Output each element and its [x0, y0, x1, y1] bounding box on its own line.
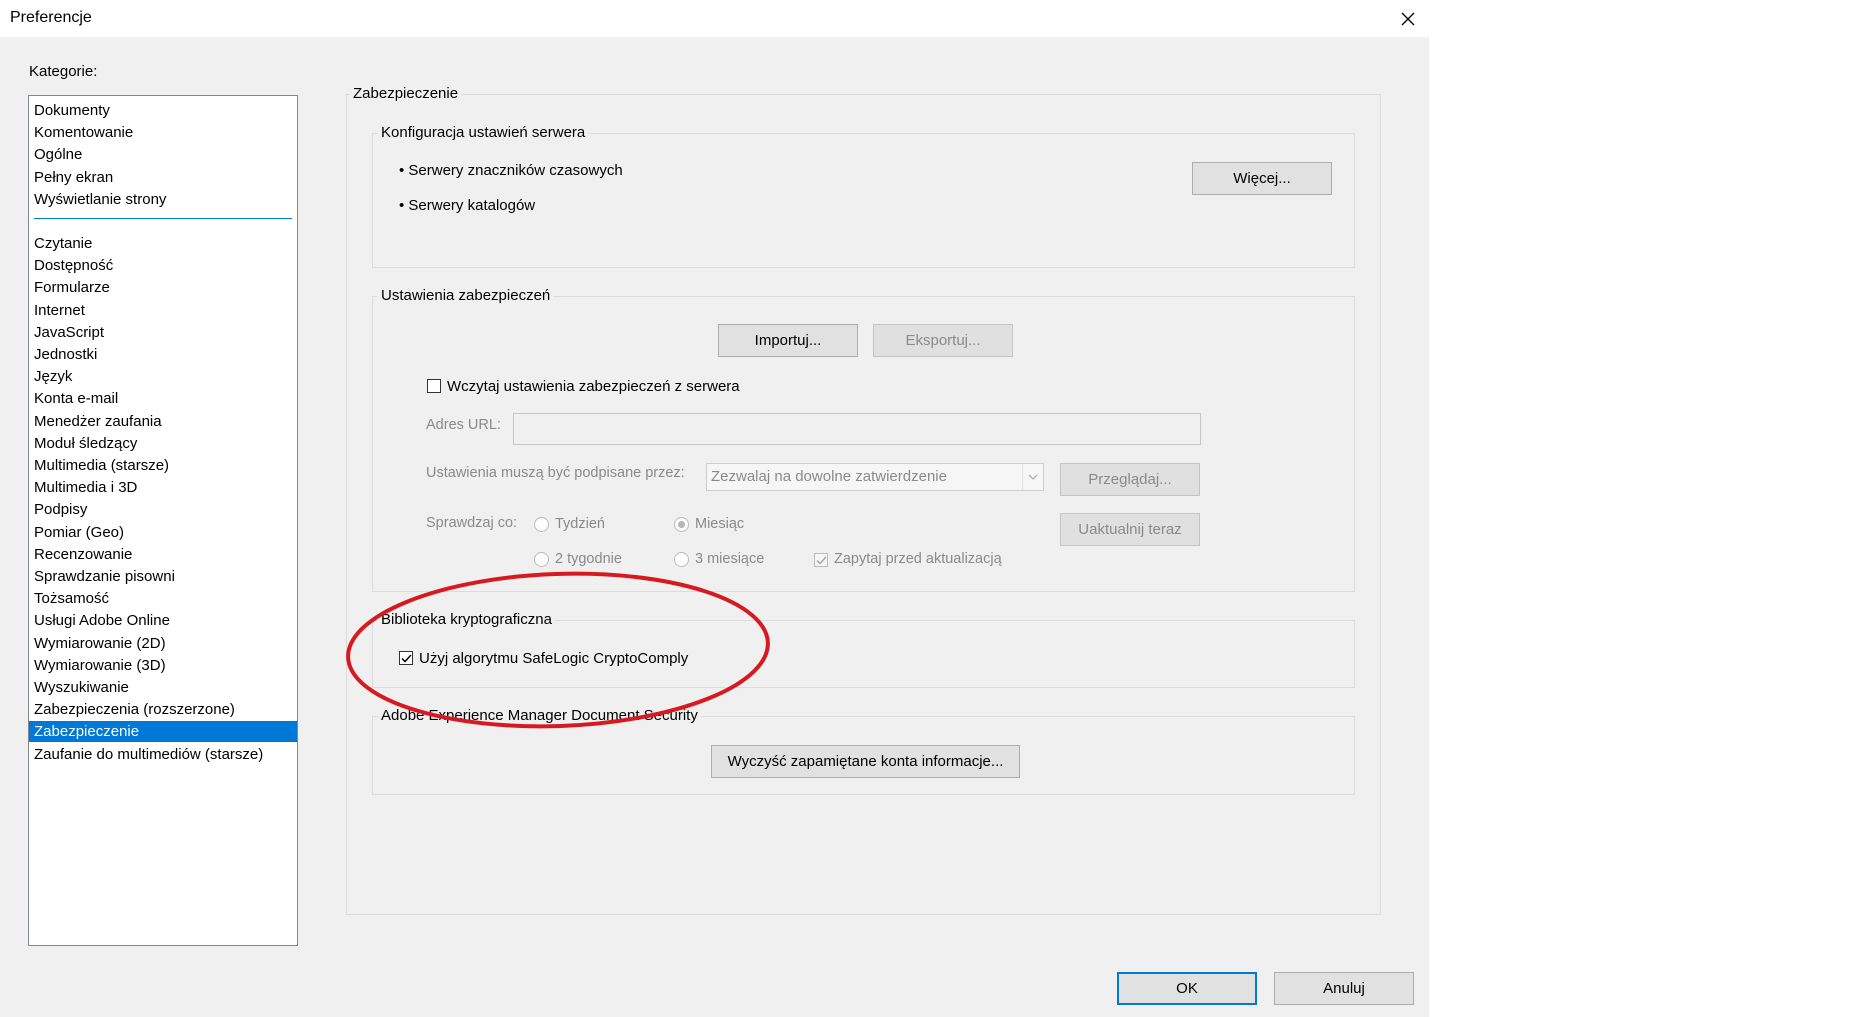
- category-item[interactable]: Konta e-mail: [29, 388, 297, 409]
- category-item[interactable]: Pełny ekran: [29, 167, 297, 188]
- server-config-title: Konfiguracja ustawień serwera: [378, 124, 589, 141]
- category-item[interactable]: Tożsamość: [29, 588, 297, 609]
- category-item[interactable]: Wyświetlanie strony: [29, 189, 297, 210]
- title-bar: Preferencje: [0, 0, 1429, 37]
- safelogic-checkbox[interactable]: [399, 651, 413, 665]
- radio-3months-label: 3 miesiące: [695, 551, 765, 567]
- category-item[interactable]: Sprawdzanie pisowni: [29, 566, 297, 587]
- category-item[interactable]: Wymiarowanie (3D): [29, 655, 297, 676]
- cancel-button[interactable]: Anuluj: [1274, 972, 1414, 1005]
- checkmark-icon: [815, 555, 827, 565]
- ok-button[interactable]: OK: [1117, 972, 1257, 1005]
- aem-security-title: Adobe Experience Manager Document Securi…: [378, 707, 701, 724]
- category-item[interactable]: Wymiarowanie (2D): [29, 633, 297, 654]
- ask-before-update-checkbox[interactable]: [814, 553, 828, 567]
- category-item[interactable]: Recenzowanie: [29, 544, 297, 565]
- directory-servers-item: • Serwery katalogów: [399, 197, 536, 214]
- update-now-button[interactable]: Uaktualnij teraz: [1060, 513, 1200, 546]
- category-item[interactable]: Moduł śledzący: [29, 433, 297, 454]
- category-item[interactable]: Dokumenty: [29, 100, 297, 121]
- load-from-server-label: Wczytaj ustawienia zabezpieczeń z serwer…: [447, 378, 740, 395]
- checkmark-icon: [400, 653, 412, 663]
- window-title: Preferencje: [10, 9, 92, 26]
- radio-month-label: Miesiąc: [695, 516, 745, 532]
- import-button[interactable]: Importuj...: [718, 324, 858, 357]
- radio-week[interactable]: [534, 517, 549, 532]
- category-item[interactable]: Dostępność: [29, 255, 297, 276]
- browse-button[interactable]: Przeglądaj...: [1060, 463, 1200, 496]
- load-from-server-checkbox[interactable]: [427, 379, 441, 393]
- category-item[interactable]: Pomiar (Geo): [29, 522, 297, 543]
- category-item[interactable]: Zabezpieczenie: [29, 721, 297, 743]
- ask-before-update-label: Zapytaj przed aktualizacją: [834, 551, 1002, 567]
- category-item[interactable]: Multimedia (starsze): [29, 455, 297, 476]
- radio-week-label: Tydzień: [555, 516, 605, 532]
- preferences-dialog: Preferencje Kategorie: Dokumenty Komentow…: [0, 0, 1429, 1017]
- close-button[interactable]: [1386, 0, 1429, 37]
- category-item[interactable]: Usługi Adobe Online: [29, 610, 297, 631]
- category-item[interactable]: Zaufanie do multimediów (starsze): [29, 744, 297, 765]
- category-item[interactable]: Multimedia i 3D: [29, 477, 297, 498]
- category-item[interactable]: Formularze: [29, 277, 297, 298]
- safelogic-label: Użyj algorytmu SafeLogic CryptoComply: [419, 650, 689, 667]
- clear-accounts-button[interactable]: Wyczyść zapamiętane konta informacje...: [711, 745, 1020, 778]
- categories-list[interactable]: Dokumenty Komentowanie Ogólne Pełny ekran Wy…: [28, 95, 298, 946]
- radio-3months[interactable]: [674, 552, 689, 567]
- categories-separator: [34, 218, 292, 219]
- category-item[interactable]: Podpisy: [29, 499, 297, 520]
- crypto-library-title: Biblioteka kryptograficzna: [378, 611, 555, 628]
- category-item[interactable]: Jednostki: [29, 344, 297, 365]
- category-item[interactable]: Wyszukiwanie: [29, 677, 297, 698]
- timestamp-servers-item: • Serwery znaczników czasowych: [399, 162, 623, 179]
- close-icon: [1401, 12, 1414, 25]
- radio-2weeks-label: 2 tygodnie: [555, 551, 622, 567]
- signed-by-select[interactable]: Zezwalaj na dowolne zatwierdzenie: [706, 463, 1044, 491]
- category-item[interactable]: Komentowanie: [29, 122, 297, 143]
- url-label: Adres URL:: [426, 417, 501, 433]
- categories-label: Kategorie:: [29, 63, 98, 80]
- check-interval-label: Sprawdzaj co:: [426, 515, 518, 531]
- chevron-down-icon: [1022, 464, 1043, 490]
- url-field[interactable]: [513, 413, 1201, 445]
- signed-by-value: Zezwalaj na dowolne zatwierdzenie: [711, 468, 947, 485]
- category-item[interactable]: Zabezpieczenia (rozszerzone): [29, 699, 297, 720]
- signed-by-label: Ustawienia muszą być podpisane przez:: [426, 465, 685, 481]
- category-item[interactable]: Język: [29, 366, 297, 387]
- radio-2weeks[interactable]: [534, 552, 549, 567]
- radio-month[interactable]: [674, 517, 689, 532]
- category-item[interactable]: Czytanie: [29, 233, 297, 254]
- category-item[interactable]: Ogólne: [29, 144, 297, 165]
- category-item[interactable]: Internet: [29, 300, 297, 321]
- export-button[interactable]: Eksportuj...: [873, 324, 1013, 357]
- category-item[interactable]: JavaScript: [29, 322, 297, 343]
- security-settings-title: Ustawienia zabezpieczeń: [378, 287, 554, 304]
- more-button[interactable]: Więcej...: [1192, 162, 1332, 195]
- panel-title: Zabezpieczenie: [350, 85, 462, 102]
- category-item[interactable]: Menedżer zaufania: [29, 411, 297, 432]
